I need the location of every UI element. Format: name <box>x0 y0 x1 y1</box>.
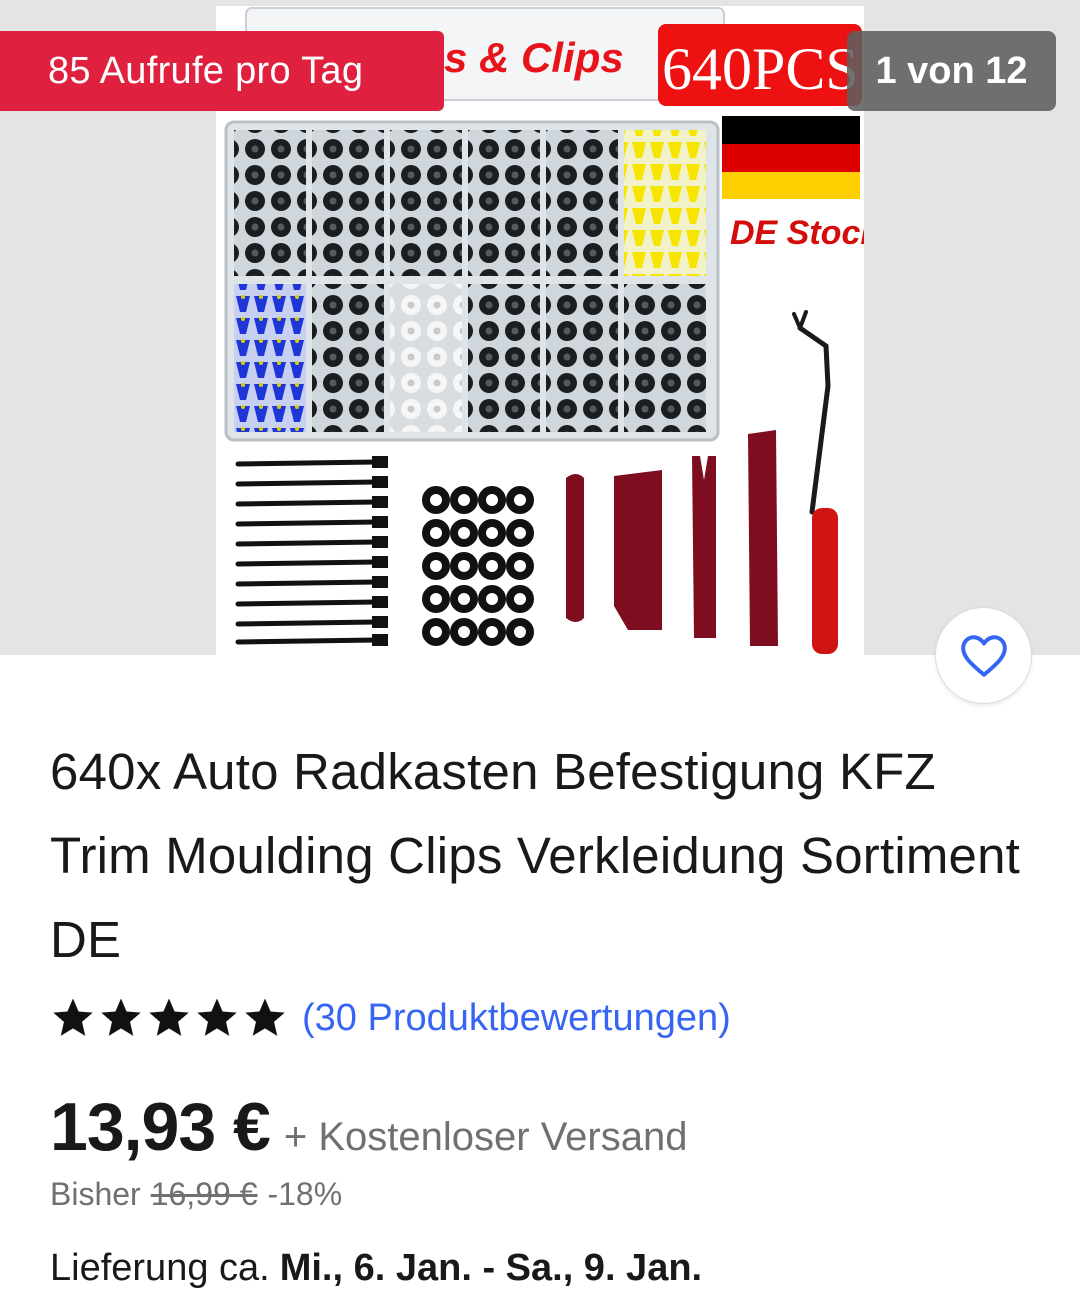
heart-outline-icon <box>960 634 1007 677</box>
delivery-label: Lieferung ca. <box>50 1247 270 1289</box>
rating-row[interactable]: (30 Produktbewertungen) <box>50 993 731 1043</box>
previous-price: 16,99 € <box>150 1176 258 1212</box>
star-filled-icon <box>197 998 237 1036</box>
discount-percent: -18% <box>267 1176 343 1212</box>
price-row: 13,93 € + Kostenloser Versand <box>50 1088 687 1166</box>
svg-text:DE Stock: DE Stock <box>730 214 864 252</box>
image-gallery[interactable]: s & Clips 640PCS DE Stock <box>0 0 1080 704</box>
image-counter: 1 von 12 <box>847 31 1056 111</box>
shipping-info: + Kostenloser Versand <box>283 1115 688 1159</box>
delivery-dates: Mi., 6. Jan. - Sa., 9. Jan. <box>279 1247 703 1289</box>
add-to-watchlist-button[interactable] <box>935 607 1032 704</box>
current-price: 13,93 € <box>50 1089 271 1165</box>
previous-price-row: Bisher 16,99 € -18% <box>50 1176 342 1213</box>
delivery-estimate: Lieferung ca. Mi., 6. Jan. - Sa., 9. Jan… <box>50 1247 702 1290</box>
star-filled-icon <box>101 998 141 1036</box>
previous-price-label: Bisher <box>50 1176 141 1212</box>
star-filled-icon <box>245 998 285 1036</box>
product-title: 640x Auto Radkasten Befestigung KFZ Trim… <box>50 743 1021 968</box>
views-per-day-badge: 85 Aufrufe pro Tag <box>0 31 444 111</box>
star-filled-icon <box>53 998 93 1036</box>
product-reviews-link[interactable]: (30 Produktbewertungen) <box>302 997 731 1040</box>
svg-text:s & Clips: s & Clips <box>444 34 624 81</box>
svg-text:640PCS: 640PCS <box>662 36 859 102</box>
star-rating <box>50 995 288 1041</box>
star-filled-icon <box>149 998 189 1036</box>
